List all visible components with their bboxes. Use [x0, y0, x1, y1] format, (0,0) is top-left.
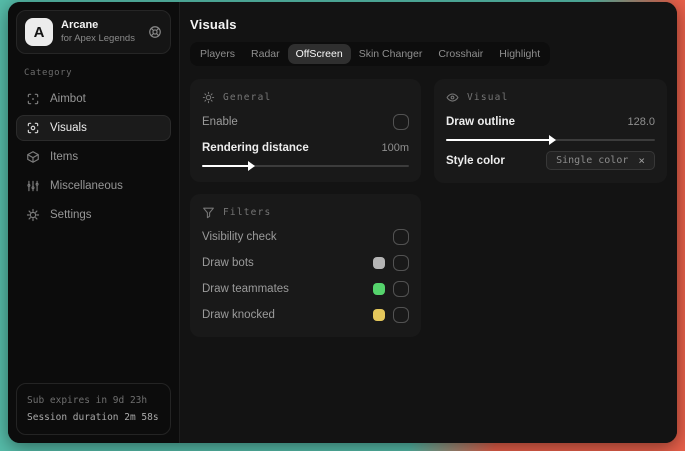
app-window: A Arcane for Apex Legends Category Aimbo: [8, 2, 677, 443]
app-header-card: A Arcane for Apex Legends: [16, 10, 171, 54]
enable-row: Enable: [202, 111, 409, 132]
draw-knocked-row: Draw knocked: [202, 304, 409, 325]
sidebar-item-visuals[interactable]: Visuals: [16, 115, 171, 141]
sub-expires-text: Sub expires in 9d 23h: [27, 395, 148, 406]
visibility-check-row: Visibility check: [202, 226, 409, 247]
eye-icon: [446, 91, 459, 104]
visibility-check-label: Visibility check: [202, 230, 277, 243]
lifebuoy-target-icon[interactable]: [148, 25, 162, 39]
enable-label: Enable: [202, 115, 238, 128]
style-color-select[interactable]: Single color ×: [546, 151, 655, 170]
sidebar-item-label: Aimbot: [50, 93, 86, 105]
app-name: Arcane: [61, 19, 99, 32]
draw-bots-row: Draw bots: [202, 252, 409, 273]
clear-icon[interactable]: ×: [638, 155, 645, 166]
draw-outline-slider[interactable]: [446, 135, 655, 145]
filters-panel: Filters Visibility check Draw bots Draw …: [190, 194, 421, 337]
app-logo: A: [25, 18, 53, 46]
draw-knocked-color-swatch[interactable]: [373, 308, 385, 321]
sidebar: A Arcane for Apex Legends Category Aimbo: [8, 2, 180, 443]
subscription-info-card: Sub expires in 9d 23h Session duration 2…: [16, 383, 171, 435]
style-color-label: Style color: [446, 154, 505, 167]
crosshair-scan-icon: [26, 92, 40, 106]
filters-panel-title: Filters: [223, 207, 272, 218]
rendering-distance-slider[interactable]: [202, 161, 409, 171]
session-duration-text: Session duration 2m 58s: [27, 412, 159, 423]
draw-teammates-row: Draw teammates: [202, 278, 409, 299]
visual-panel: Visual Draw outline 128.0 Style color Si…: [434, 79, 667, 183]
rendering-distance-row: Rendering distance 100m: [202, 137, 409, 158]
sidebar-item-settings[interactable]: Settings: [16, 202, 171, 228]
draw-teammates-label: Draw teammates: [202, 282, 289, 295]
slider-arrow-thumb[interactable]: [247, 161, 255, 171]
tab-radar[interactable]: Radar: [243, 44, 288, 64]
main-content: Visuals Players Radar OffScreen Skin Cha…: [180, 2, 677, 443]
funnel-icon: [202, 206, 215, 219]
general-panel: General Enable Rendering distance 100m: [190, 79, 421, 182]
sidebar-item-label: Miscellaneous: [50, 180, 123, 192]
visual-panel-title: Visual: [467, 92, 509, 103]
page-title: Visuals: [190, 17, 237, 32]
style-color-row: Style color Single color ×: [446, 150, 655, 171]
draw-bots-color-swatch[interactable]: [373, 256, 385, 269]
sidebar-item-label: Visuals: [50, 122, 87, 134]
draw-outline-row: Draw outline 128.0: [446, 111, 655, 132]
general-panel-title: General: [223, 92, 272, 103]
category-label: Category: [24, 68, 73, 78]
tab-skin-changer[interactable]: Skin Changer: [351, 44, 431, 64]
draw-outline-label: Draw outline: [446, 115, 516, 128]
slider-arrow-thumb[interactable]: [548, 135, 556, 145]
tab-crosshair[interactable]: Crosshair: [430, 44, 491, 64]
sidebar-item-items[interactable]: Items: [16, 144, 171, 170]
draw-bots-checkbox[interactable]: [393, 254, 409, 271]
tab-offscreen[interactable]: OffScreen: [287, 44, 351, 64]
tab-highlight[interactable]: Highlight: [491, 44, 548, 64]
draw-teammates-checkbox[interactable]: [393, 280, 409, 297]
sidebar-item-label: Items: [50, 151, 79, 163]
draw-bots-label: Draw bots: [202, 256, 254, 269]
visuals-tabbar: Players Radar OffScreen Skin Changer Cro…: [190, 42, 551, 66]
enable-checkbox[interactable]: [393, 113, 409, 130]
style-color-selected-value: Single color: [556, 155, 629, 166]
draw-outline-value: 128.0: [627, 115, 655, 128]
rendering-distance-label: Rendering distance: [202, 141, 309, 154]
visibility-check-checkbox[interactable]: [393, 228, 409, 245]
cube-icon: [26, 150, 40, 164]
sliders-icon: [26, 179, 40, 193]
eye-scan-icon: [26, 121, 40, 135]
sidebar-item-miscellaneous[interactable]: Miscellaneous: [16, 173, 171, 199]
sun-adjust-icon: [202, 91, 215, 104]
draw-teammates-color-swatch[interactable]: [373, 282, 385, 295]
sidebar-item-aimbot[interactable]: Aimbot: [16, 86, 171, 112]
app-subtitle: for Apex Legends: [61, 32, 135, 44]
gear-icon: [26, 208, 40, 222]
rendering-distance-value: 100m: [381, 141, 409, 154]
sidebar-item-label: Settings: [50, 209, 92, 221]
draw-knocked-label: Draw knocked: [202, 308, 275, 321]
draw-knocked-checkbox[interactable]: [393, 306, 409, 323]
tab-players[interactable]: Players: [192, 44, 243, 64]
